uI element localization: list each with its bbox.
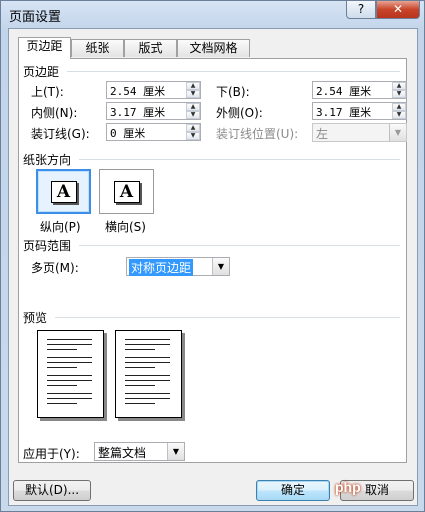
preview-text-line [47,362,92,363]
top-margin-label: 上(T): [31,85,64,99]
spin-down-icon[interactable]: ▼ [186,132,200,140]
preview-text-line [125,367,155,368]
spin-down-icon[interactable]: ▼ [392,111,406,119]
inside-margin-value: 3.17 厘米 [110,106,166,119]
preview-text-line [47,403,77,404]
apply-to-value: 整篇文档 [98,446,147,460]
inside-margin-spinner[interactable]: 3.17 厘米 ▲ ▼ [106,102,201,120]
portrait-label: 纵向(P) [40,220,81,234]
bottom-margin-value: 2.54 厘米 [316,85,372,98]
preview-text-line [125,339,170,340]
preview-page-left [37,330,104,418]
apply-to-label: 应用于(Y): [23,447,80,461]
chevron-down-icon: ▼ [167,443,184,460]
gutter-value: 0 厘米 [110,127,146,140]
preview-text-line [47,380,92,381]
multiple-pages-value: 对称页边距 [129,259,194,276]
title-bar: 页面设置 ? ✕ [1,1,424,27]
divider [55,317,400,318]
bottom-margin-spinner[interactable]: 2.54 厘米 ▲ ▼ [312,81,407,99]
divider [67,71,400,72]
page-setup-dialog: 页面设置 ? ✕ 页边距 纸张 版式 文档网格 页边距 上(T): 2.54 厘… [0,0,425,512]
gutter-position-label: 装订线位置(U): [216,127,299,141]
top-margin-spinner[interactable]: 2.54 厘米 ▲ ▼ [106,81,201,99]
preview-text-line [47,349,77,350]
set-default-button[interactable]: 默认(D)... [13,480,91,501]
landscape-icon: A [113,180,140,203]
outside-margin-spinner[interactable]: 3.17 厘米 ▲ ▼ [312,102,407,120]
preview-page-right [115,330,182,418]
multiple-pages-select[interactable]: 对称页边距 ▼ [126,257,230,276]
preview-text-line [125,403,155,404]
portrait-icon: A [50,180,77,203]
tab-layout[interactable]: 版式 [124,39,177,57]
preview-text-line [47,393,92,394]
portrait-option[interactable]: A [36,169,91,214]
dialog-body: 页边距 纸张 版式 文档网格 页边距 上(T): 2.54 厘米 ▲ ▼ 下(B)… [8,28,418,506]
close-button[interactable]: ✕ [376,1,420,19]
preview-text-line [47,367,77,368]
help-icon: ? [357,2,365,16]
bottom-margin-label: 下(B): [216,85,250,99]
top-margin-value: 2.54 厘米 [110,85,166,98]
preview-text-line [47,357,92,358]
ok-button[interactable]: 确定 [256,480,330,501]
preview-text-line [125,375,170,376]
preview-text-line [47,398,92,399]
php-watermark: php [335,479,361,495]
tab-margins[interactable]: 页边距 [18,37,71,59]
preview-text-line [125,349,155,350]
window-title: 页面设置 [9,10,62,25]
multiple-pages-label: 多页(M): [31,261,79,275]
close-icon: ✕ [392,2,404,16]
tab-paper[interactable]: 纸张 [71,39,124,57]
spin-up-icon[interactable]: ▲ [392,103,406,111]
gutter-label: 装订线(G): [31,127,90,141]
gutter-spinner[interactable]: 0 厘米 ▲ ▼ [106,123,201,141]
spin-up-icon[interactable]: ▲ [186,103,200,111]
preview-text-line [47,385,77,386]
chevron-down-icon: ▼ [389,124,406,141]
landscape-label: 横向(S) [105,220,146,234]
preview-text-line [125,362,170,363]
preview-text-line [125,398,170,399]
apply-to-select[interactable]: 整篇文档 ▼ [94,442,185,461]
inside-margin-label: 内侧(N): [31,106,78,120]
spin-down-icon[interactable]: ▼ [186,111,200,119]
divider [79,159,400,160]
preview-text-line [125,393,170,394]
spin-up-icon[interactable]: ▲ [392,82,406,90]
divider [79,245,400,246]
tab-document-grid[interactable]: 文档网格 [177,39,250,57]
margins-group-label: 页边距 [23,65,60,79]
help-button[interactable]: ? [346,1,376,19]
outside-margin-value: 3.17 厘米 [316,106,372,119]
preview-text-line [47,339,92,340]
spin-down-icon[interactable]: ▼ [186,90,200,98]
preview-text-line [125,344,170,345]
outside-margin-label: 外侧(O): [216,106,263,120]
landscape-option[interactable]: A [99,169,154,214]
orientation-group-label: 纸张方向 [23,153,72,167]
spin-up-icon[interactable]: ▲ [186,82,200,90]
spin-up-icon[interactable]: ▲ [186,124,200,132]
preview-text-line [125,380,170,381]
chevron-down-icon: ▼ [212,258,229,275]
preview-text-line [125,357,170,358]
preview-group-label: 预览 [23,311,48,325]
gutter-position-value: 左 [316,127,329,141]
preview-text-line [47,344,92,345]
margins-panel: 页边距 上(T): 2.54 厘米 ▲ ▼ 下(B): 2.54 厘米 ▲ ▼ 内侧… [18,58,407,463]
preview-text-line [47,375,92,376]
spin-down-icon[interactable]: ▼ [392,90,406,98]
gutter-position-select[interactable]: 左 ▼ [312,123,407,142]
pages-group-label: 页码范围 [23,239,72,253]
preview-text-line [125,385,155,386]
